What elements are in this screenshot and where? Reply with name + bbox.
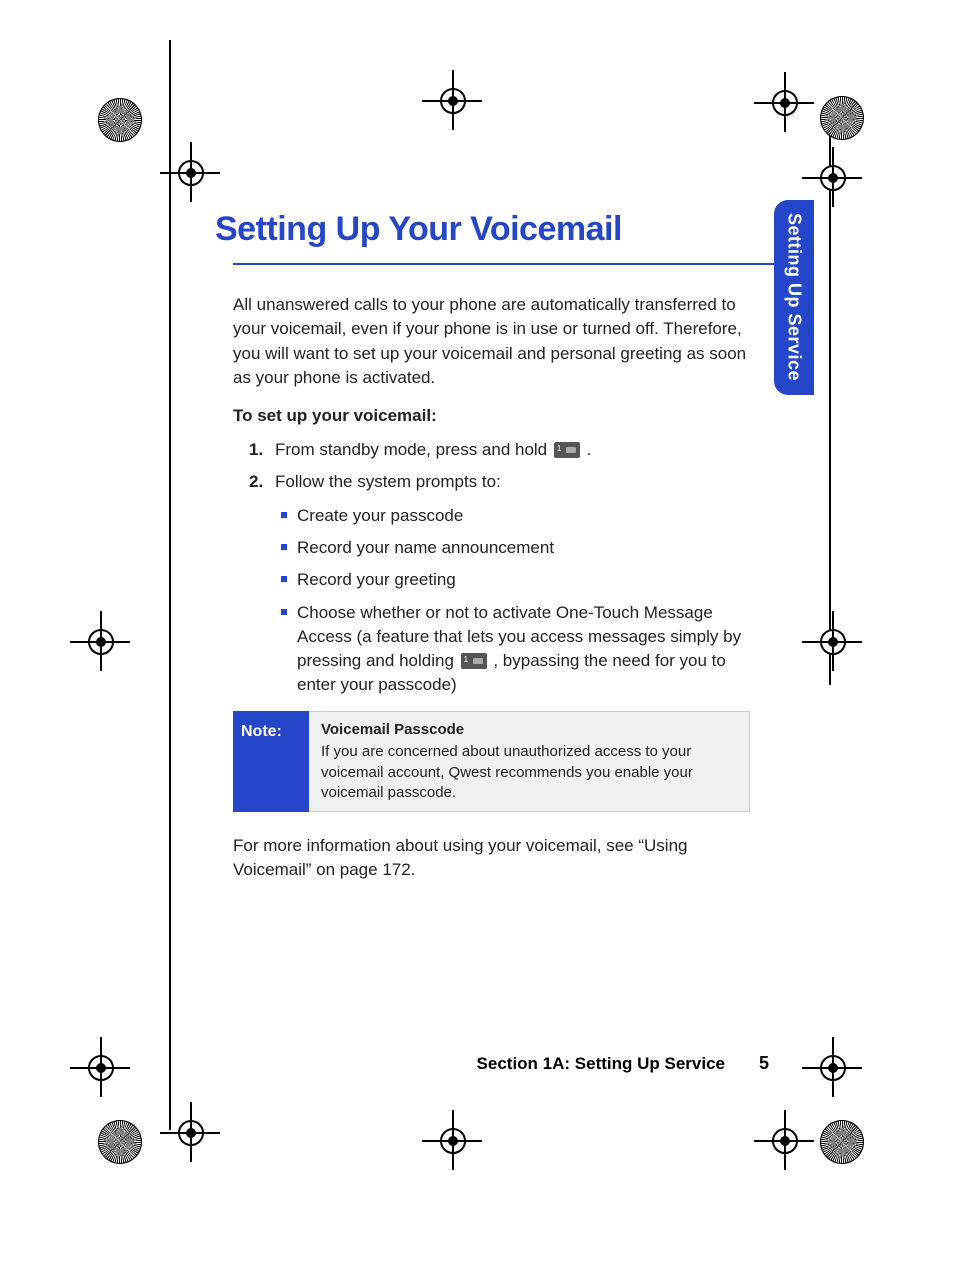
rosette-icon — [820, 1120, 864, 1164]
substep-item: Create your passcode — [297, 504, 750, 528]
substep-item: Record your name announcement — [297, 536, 750, 560]
footer-page-number: 5 — [759, 1053, 769, 1074]
title-rule — [233, 263, 790, 265]
register-mark-icon — [178, 160, 204, 186]
key-1-icon — [554, 442, 580, 458]
side-tab-label: Setting Up Service — [784, 213, 805, 381]
note-body: Voicemail Passcode If you are concerned … — [309, 711, 750, 812]
note-label: Note: — [233, 711, 309, 812]
register-mark-icon — [88, 1055, 114, 1081]
side-tab: Setting Up Service — [774, 200, 814, 395]
register-mark-icon — [772, 1128, 798, 1154]
register-mark-icon — [440, 1128, 466, 1154]
step-item: Follow the system prompts to: Create you… — [275, 470, 750, 697]
step-item: From standby mode, press and hold . — [275, 438, 750, 462]
substep-item: Choose whether or not to activate One-To… — [297, 601, 750, 698]
note-title: Voicemail Passcode — [321, 720, 737, 740]
content-area: Setting Up Your Voicemail All unanswered… — [215, 205, 750, 896]
rosette-icon — [98, 98, 142, 142]
step-text: From standby mode, press and hold — [275, 440, 552, 459]
step-text: . — [587, 440, 592, 459]
subhead: To set up your voicemail: — [233, 404, 750, 428]
page: Setting Up Service Setting Up Your Voice… — [0, 0, 954, 1272]
footer: Section 1A: Setting Up Service 5 — [477, 1053, 769, 1074]
rosette-icon — [98, 1120, 142, 1164]
footer-section: Section 1A: Setting Up Service — [477, 1054, 725, 1074]
note-block: Note: Voicemail Passcode If you are conc… — [233, 711, 750, 812]
page-title: Setting Up Your Voicemail — [215, 205, 750, 253]
key-1-icon — [461, 653, 487, 669]
substep-item: Record your greeting — [297, 568, 750, 592]
intro-paragraph: All unanswered calls to your phone are a… — [233, 293, 750, 390]
register-mark-icon — [820, 629, 846, 655]
substeps-list: Create your passcode Record your name an… — [275, 504, 750, 697]
step-text: Follow the system prompts to: — [275, 472, 501, 491]
crop-guide-left — [169, 40, 171, 1130]
register-mark-icon — [88, 629, 114, 655]
note-text: If you are concerned about unauthorized … — [321, 743, 693, 801]
register-mark-icon — [820, 1055, 846, 1081]
register-mark-icon — [178, 1120, 204, 1146]
rosette-icon — [820, 96, 864, 140]
register-mark-icon — [440, 88, 466, 114]
crop-guide-right — [829, 135, 831, 685]
register-mark-icon — [820, 165, 846, 191]
outro-paragraph: For more information about using your vo… — [233, 834, 750, 882]
steps-list: From standby mode, press and hold . Foll… — [233, 438, 750, 697]
register-mark-icon — [772, 90, 798, 116]
